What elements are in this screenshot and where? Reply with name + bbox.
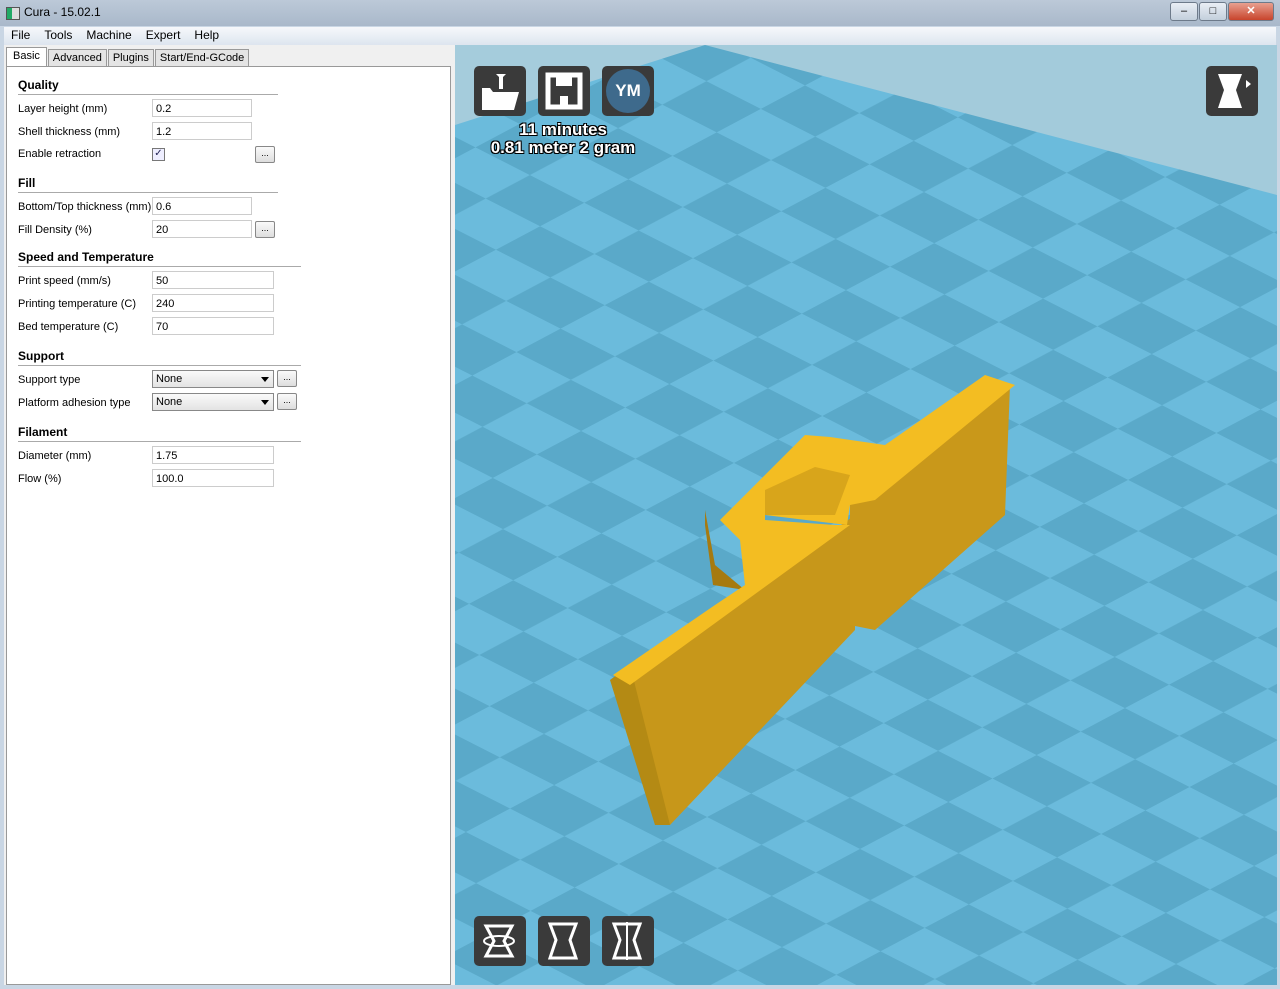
bed-temp-label: Bed temperature (C) [18, 321, 119, 333]
window-title: Cura - 15.02.1 [24, 5, 101, 19]
adhesion-select[interactable]: None [152, 393, 274, 411]
mirror-icon [611, 922, 643, 960]
diameter-input[interactable]: 1.75 [152, 446, 274, 464]
menu-file[interactable]: File [4, 27, 37, 45]
menu-help[interactable]: Help [187, 27, 226, 45]
bottom-top-input[interactable]: 0.6 [152, 197, 252, 215]
view-mode-icon [1218, 74, 1251, 108]
divider [18, 94, 278, 95]
window-border [0, 985, 1280, 989]
divider [18, 441, 301, 442]
menu-expert[interactable]: Expert [139, 27, 188, 45]
flow-label: Flow (%) [18, 473, 62, 485]
divider [18, 266, 301, 267]
youmagine-button[interactable]: YM [602, 66, 654, 116]
print-speed-label: Print speed (mm/s) [18, 275, 111, 287]
print-speed-input[interactable]: 50 [152, 271, 274, 289]
diameter-label: Diameter (mm) [18, 450, 92, 462]
3d-viewport[interactable]: YM [455, 45, 1277, 985]
retraction-checkbox[interactable]: ✓ [152, 148, 165, 161]
print-temp-label: Printing temperature (C) [18, 298, 136, 310]
mirror-tool-button[interactable] [602, 916, 654, 966]
load-model-button[interactable] [474, 66, 526, 116]
section-speed: Speed and Temperature [18, 250, 154, 264]
settings-panel: Basic Advanced Plugins Start/End-GCode Q… [4, 45, 455, 985]
divider [18, 365, 301, 366]
support-settings-button[interactable]: ... [277, 370, 297, 387]
app-icon [6, 7, 20, 20]
section-quality: Quality [18, 78, 59, 92]
rotate-tool-button[interactable] [474, 916, 526, 966]
retraction-settings-button[interactable]: ... [255, 146, 275, 163]
adhesion-settings-button[interactable]: ... [277, 393, 297, 410]
layer-height-label: Layer height (mm) [18, 103, 108, 115]
layer-height-input[interactable]: 0.2 [152, 99, 252, 117]
shell-thickness-label: Shell thickness (mm) [18, 126, 121, 138]
support-type-select[interactable]: None [152, 370, 274, 388]
scale-tool-button[interactable] [538, 916, 590, 966]
fill-settings-button[interactable]: ... [255, 221, 275, 238]
folder-icon [482, 74, 519, 110]
fill-density-input[interactable]: 20 [152, 220, 252, 238]
build-plate [455, 45, 1277, 985]
title-bar: Cura - 15.02.1 ‒ □ ✕ [0, 0, 1280, 26]
bottom-top-label: Bottom/Top thickness (mm) [18, 201, 152, 213]
save-icon [545, 72, 583, 110]
support-type-label: Support type [18, 374, 81, 386]
close-button[interactable]: ✕ [1228, 2, 1274, 21]
section-filament: Filament [18, 425, 68, 439]
retraction-label: Enable retraction [18, 148, 102, 160]
section-fill: Fill [18, 176, 36, 190]
adhesion-label: Platform adhesion type [18, 397, 131, 409]
material-usage: 0.81 meter 2 gram [490, 138, 636, 157]
rotate-icon [483, 924, 515, 958]
menu-tools[interactable]: Tools [37, 27, 79, 45]
print-time: 11 minutes [519, 120, 607, 139]
divider [18, 192, 278, 193]
save-gcode-button[interactable] [538, 66, 590, 116]
fill-density-label: Fill Density (%) [18, 224, 92, 236]
flow-input[interactable]: 100.0 [152, 469, 274, 487]
shell-thickness-input[interactable]: 1.2 [152, 122, 252, 140]
minimize-button[interactable]: ‒ [1170, 2, 1198, 21]
youmagine-icon: YM [606, 69, 650, 113]
view-mode-button[interactable] [1206, 66, 1258, 116]
print-temp-input[interactable]: 240 [152, 294, 274, 312]
bed-temp-input[interactable]: 70 [152, 317, 274, 335]
maximize-button[interactable]: □ [1199, 2, 1227, 21]
menu-bar: File Tools Machine Expert Help [4, 27, 1276, 45]
scale-icon [547, 922, 579, 960]
menu-machine[interactable]: Machine [79, 27, 138, 45]
section-support: Support [18, 349, 64, 363]
basic-settings: Quality Layer height (mm) 0.2 Shell thic… [6, 66, 451, 985]
